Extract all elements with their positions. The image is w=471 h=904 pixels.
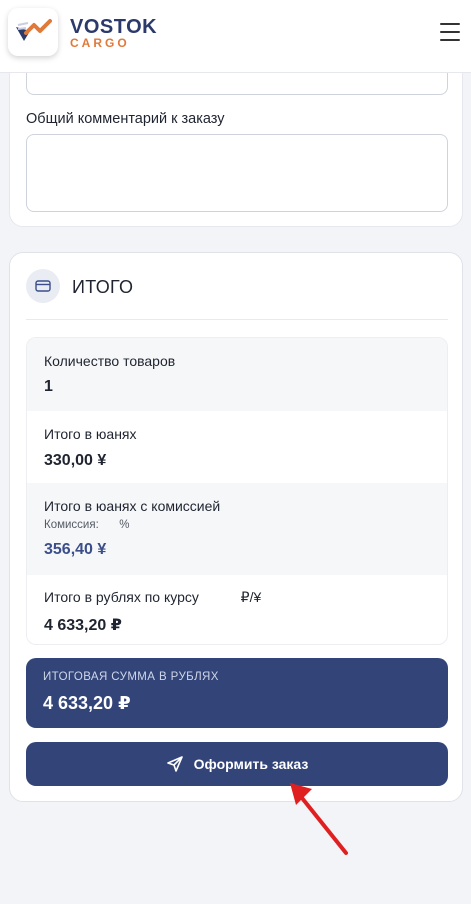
- rate-label: Итого в рублях по курсу: [44, 589, 199, 605]
- totals-summary: Количество товаров 1 Итого в юанях 330,0…: [26, 337, 448, 645]
- summary-row-value: 1: [44, 378, 53, 395]
- comment-label: Общий комментарий к заказу: [26, 111, 225, 127]
- summary-row-value: 356,40 ¥: [44, 541, 107, 558]
- place-order-label: Оформить заказ: [193, 756, 309, 772]
- brand-subtitle: CARGO: [70, 36, 130, 50]
- rate-unit: ₽/¥: [240, 589, 262, 605]
- summary-row-rub-rate: Итого в рублях по курсу ₽/¥ 4 633,20 ₽: [27, 575, 447, 644]
- summary-row-value: 4 633,20 ₽: [44, 617, 122, 634]
- summary-row-quantity: Количество товаров 1: [27, 338, 447, 411]
- grand-total-value: 4 633,20 ₽: [43, 693, 131, 713]
- summary-row-label: Количество товаров: [44, 353, 176, 369]
- summary-row-label: Итого в рублях по курсу ₽/¥: [44, 589, 261, 606]
- app-header: VOSTOK CARGO: [0, 0, 471, 73]
- commission-prefix: Комиссия:: [44, 519, 99, 531]
- divider: [26, 319, 448, 320]
- vostok-cargo-logo-icon: [16, 19, 52, 41]
- grand-total-box: ИТОГОВАЯ СУММА В РУБЛЯХ 4 633,20 ₽: [26, 658, 448, 728]
- hamburger-menu-icon[interactable]: [440, 22, 460, 42]
- logo[interactable]: [8, 8, 58, 56]
- credit-card-icon: [26, 269, 60, 303]
- commission-note: Комиссия: %: [44, 519, 129, 531]
- commission-suffix: %: [119, 519, 130, 531]
- summary-row-yuan-commission: Итого в юанях с комиссией Комиссия: % 35…: [27, 483, 447, 575]
- place-order-button[interactable]: Оформить заказ: [26, 742, 448, 786]
- summary-row-value: 330,00 ¥: [44, 452, 107, 469]
- order-comment-textarea[interactable]: [26, 134, 448, 212]
- summary-row-yuan: Итого в юанях 330,00 ¥: [27, 411, 447, 483]
- send-icon: [166, 756, 183, 772]
- totals-title: ИТОГО: [72, 277, 134, 297]
- totals-card: ИТОГО Количество товаров 1 Итого в юанях…: [9, 252, 463, 802]
- grand-total-label: ИТОГОВАЯ СУММА В РУБЛЯХ: [43, 671, 219, 683]
- annotation-arrow-icon: [290, 783, 348, 855]
- summary-row-label: Итого в юанях с комиссией: [44, 498, 221, 514]
- summary-row-label: Итого в юанях: [44, 426, 137, 442]
